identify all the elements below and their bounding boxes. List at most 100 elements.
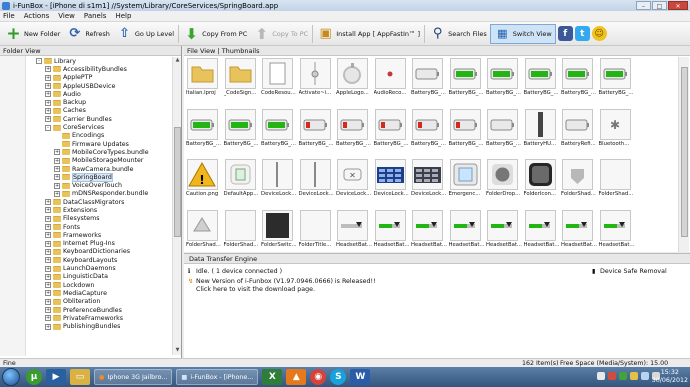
folder-tree-scrollbar[interactable]: ▲ ▼ — [172, 57, 181, 355]
file-thumbnail[interactable]: BatteryHU... — [524, 108, 557, 155]
menu-view[interactable]: View — [58, 12, 75, 20]
expander-icon[interactable]: + — [45, 315, 51, 322]
file-thumbnail[interactable]: FolderTitle... — [299, 209, 332, 253]
refresh-button[interactable]: ⟳ Refresh — [63, 24, 113, 44]
expander-icon[interactable]: + — [45, 207, 51, 214]
tree-item[interactable]: Firmware Updates — [0, 140, 172, 148]
menu-panels[interactable]: Panels — [84, 12, 107, 20]
folder-icon[interactable]: ▭ — [70, 369, 90, 385]
tree-item[interactable]: + MobileStorageMounter — [0, 157, 172, 165]
device-safe-removal-button[interactable]: Device Safe Removal — [600, 268, 667, 275]
scroll-down-icon[interactable]: ▼ — [173, 347, 182, 355]
scrollbar-thumb[interactable] — [681, 67, 688, 237]
tray-icon[interactable] — [597, 372, 605, 380]
file-thumbnail[interactable]: DeviceLock... — [374, 158, 409, 205]
file-thumbnail[interactable]: HeadsetBat... — [486, 209, 522, 253]
minimize-button[interactable]: – — [636, 1, 651, 10]
tree-item[interactable]: + mDNSResponder.bundle — [0, 190, 172, 198]
file-thumbnail[interactable]: BatteryBG_... — [374, 108, 408, 155]
file-thumbnail[interactable]: FolderShad... — [561, 158, 596, 205]
expander-icon[interactable]: + — [45, 307, 51, 314]
tray-icon[interactable] — [630, 372, 638, 380]
excel-icon[interactable]: X — [262, 369, 283, 385]
expander-icon[interactable]: + — [54, 166, 60, 172]
file-thumbnail[interactable]: FolderShad... — [599, 158, 633, 205]
tree-item[interactable]: + PrivateFrameworks — [0, 314, 172, 322]
expander-icon[interactable]: + — [45, 99, 51, 106]
tree-item[interactable]: + Filesystems — [0, 215, 172, 223]
expander-icon[interactable]: + — [54, 149, 60, 156]
file-thumbnail[interactable]: BatteryBG_... — [524, 57, 558, 104]
expander-icon[interactable]: + — [45, 66, 51, 73]
file-thumbnail[interactable]: BatteryBG_... — [561, 57, 596, 104]
expander-icon[interactable]: + — [45, 224, 51, 231]
file-thumbnail[interactable]: Activate~i... — [299, 57, 332, 104]
tree-item[interactable]: + PublishingBundles — [0, 323, 172, 331]
file-thumbnail[interactable]: BatteryBG_... — [411, 57, 446, 104]
file-thumbnail[interactable]: AppleLogo... — [336, 57, 369, 104]
tree-item[interactable]: + Caches — [0, 107, 172, 115]
file-thumbnail[interactable]: BatteryBG_... — [599, 57, 633, 104]
menu-file[interactable]: File — [3, 12, 15, 20]
expander-icon[interactable]: + — [45, 298, 51, 305]
tree-item[interactable]: + VoiceOverTouch — [0, 181, 172, 189]
tree-item[interactable]: + KeyboardLayouts — [0, 256, 172, 264]
word-icon[interactable]: W — [350, 369, 371, 385]
file-thumbnail[interactable]: HeadsetBat... — [561, 209, 597, 253]
expander-icon[interactable]: + — [54, 157, 60, 164]
scroll-up-icon[interactable]: ▲ — [173, 57, 182, 65]
task-browser[interactable]: ● Iphone 3G Jailbro... — [94, 369, 173, 385]
expander-icon[interactable]: + — [54, 174, 60, 181]
expander-icon[interactable]: + — [54, 190, 60, 197]
tree-item[interactable]: - CoreServices — [0, 123, 172, 131]
file-thumbnail[interactable]: ✕ DeviceLock... — [336, 158, 371, 205]
tree-item[interactable]: + KeyboardDictionaries — [0, 248, 172, 256]
tray-icon[interactable] — [608, 372, 616, 380]
tree-item[interactable]: - Library — [0, 57, 172, 65]
expander-icon[interactable]: + — [45, 282, 51, 289]
facebook-icon[interactable]: f — [557, 26, 573, 41]
tree-item[interactable]: + Frameworks — [0, 231, 172, 239]
tree-item[interactable]: + Internet Plug-Ins — [0, 240, 172, 248]
file-thumbnail[interactable]: HeadsetBat... — [599, 209, 634, 253]
menu-help[interactable]: Help — [115, 12, 131, 20]
file-thumbnail[interactable]: DeviceLock... — [411, 158, 446, 205]
smiley-icon[interactable]: ☺ — [591, 26, 607, 41]
file-thumbnail[interactable]: HeadsetBat... — [336, 209, 372, 253]
tree-item[interactable]: + Extensions — [0, 206, 172, 214]
tree-item[interactable]: + ApplePTP — [0, 74, 172, 82]
file-thumbnail[interactable]: BatteryBG_... — [186, 108, 221, 155]
file-thumbnail[interactable]: HeadsetBat... — [524, 209, 559, 253]
tree-item[interactable]: + MobileCoreTypes.bundle — [0, 148, 172, 156]
start-button[interactable] — [2, 368, 20, 386]
expander-icon[interactable]: + — [45, 199, 51, 206]
tree-item[interactable]: + AccessibilityBundles — [0, 65, 172, 73]
tree-item[interactable]: Encodings — [0, 132, 172, 140]
tree-item[interactable]: + Backup — [0, 98, 172, 106]
scrollbar-thumb[interactable] — [174, 127, 181, 237]
tree-item[interactable]: + Lockdown — [0, 281, 172, 289]
install-app-button[interactable]: ▣ Install App [ AppFastIn™ ] — [314, 24, 423, 44]
tree-item[interactable]: + LaunchDaemons — [0, 264, 172, 272]
tray-icon[interactable] — [619, 372, 627, 380]
expander-icon[interactable]: + — [45, 290, 51, 297]
file-thumbnail[interactable]: BatteryBG_... — [486, 57, 521, 104]
expander-icon[interactable]: + — [45, 273, 51, 280]
utorrent-icon[interactable]: µ — [26, 369, 42, 385]
file-thumbnail[interactable]: FolderSwitc... — [261, 209, 297, 253]
file-thumbnail[interactable]: Emergenc... — [449, 158, 482, 205]
file-thumbnail[interactable]: BatteryBG_... — [224, 108, 258, 155]
expander-icon[interactable]: + — [45, 74, 51, 81]
tree-item[interactable]: + AppleUSBDevice — [0, 82, 172, 90]
tab-file-view-thumbnails[interactable]: File View | Thumbnails — [187, 46, 259, 55]
expander-icon[interactable]: + — [45, 91, 51, 98]
expander-icon[interactable]: + — [45, 248, 51, 255]
expander-icon[interactable]: + — [45, 265, 51, 272]
file-thumbnail[interactable]: BatteryRefi... — [561, 108, 596, 155]
expander-icon[interactable]: - — [36, 58, 42, 65]
expander-icon[interactable]: + — [54, 182, 60, 189]
file-thumbnail[interactable]: BatteryBG_... — [336, 108, 371, 155]
media-player-icon[interactable]: ▶ — [46, 369, 66, 385]
twitter-icon[interactable]: t — [574, 26, 590, 41]
tree-item[interactable]: + DataClassMigrators — [0, 198, 172, 206]
